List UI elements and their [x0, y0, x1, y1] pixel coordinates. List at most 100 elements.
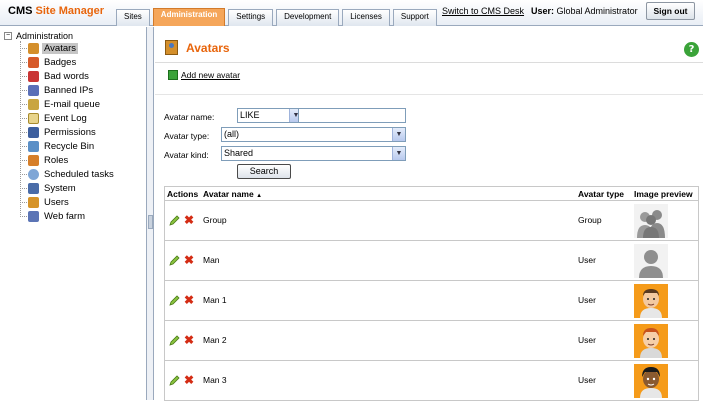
delete-icon[interactable]: ✖ — [184, 374, 195, 386]
avatar-name-cell: Man 2 — [203, 335, 227, 345]
tab-sites[interactable]: Sites — [116, 9, 150, 26]
tree-item-label: Avatars — [42, 43, 79, 54]
avatar-name-cell: Man — [203, 255, 220, 265]
chevron-down-icon: ▼ — [392, 147, 405, 160]
tree-item-label: Scheduled tasks — [44, 169, 114, 180]
avatar-icon — [165, 40, 178, 55]
user-name: Global Administrator — [556, 6, 638, 16]
avatar-type-label: Avatar type: — [164, 131, 210, 141]
avatar-name-label: Avatar name: — [164, 112, 215, 122]
tree-item-recycle-bin[interactable]: Recycle Bin — [20, 140, 96, 153]
delete-icon[interactable]: ✖ — [184, 254, 195, 266]
banned-ip-icon — [28, 85, 39, 96]
delete-icon[interactable]: ✖ — [184, 334, 195, 346]
switch-to-cms-desk-link[interactable]: Switch to CMS Desk — [442, 6, 524, 16]
permissions-icon — [28, 127, 39, 138]
panel-splitter[interactable] — [147, 27, 154, 400]
help-icon[interactable]: ? — [684, 42, 699, 57]
avatars-grid: Actions Avatar name ▲ Avatar type Image … — [164, 186, 699, 401]
header-image-preview: Image preview — [634, 189, 693, 199]
table-row: ✖ Man 2 User — [165, 321, 698, 361]
search-button[interactable]: Search — [237, 164, 291, 179]
title-bar: Avatars ? — [155, 27, 703, 63]
tree-item-web-farm[interactable]: Web farm — [20, 210, 87, 223]
tree-item-users[interactable]: Users — [20, 196, 71, 209]
chevron-down-icon: ▼ — [392, 128, 405, 141]
man-2-avatar-preview — [634, 324, 668, 358]
sign-out-button[interactable]: Sign out — [646, 2, 695, 20]
header-avatar-name-label: Avatar name — [203, 189, 254, 199]
tree-item-system[interactable]: System — [20, 182, 78, 195]
avatar-kind-select[interactable]: Shared ▼ — [221, 146, 406, 161]
header-avatar-name[interactable]: Avatar name ▲ — [203, 189, 262, 199]
avatar-icon — [28, 43, 39, 54]
event-log-icon — [28, 113, 39, 124]
avatar-type-cell: Group — [578, 215, 602, 225]
tree-item-label: Event Log — [44, 113, 87, 124]
tree-item-badges[interactable]: Badges — [20, 56, 78, 69]
avatar-kind-value: Shared — [224, 148, 254, 158]
table-row: ✖ Man 1 User — [165, 281, 698, 321]
delete-icon[interactable]: ✖ — [184, 294, 195, 306]
delete-icon[interactable]: ✖ — [184, 214, 195, 226]
sort-asc-icon: ▲ — [256, 193, 263, 199]
edit-icon[interactable] — [169, 375, 180, 386]
tree-item-scheduled-tasks[interactable]: Scheduled tasks — [20, 168, 116, 181]
tree-item-label: Badges — [44, 57, 77, 68]
edit-icon[interactable] — [169, 335, 180, 346]
tree-item-email-queue[interactable]: E-mail queue — [20, 98, 102, 111]
edit-icon[interactable] — [169, 295, 180, 306]
tree-item-label: E-mail queue — [44, 99, 100, 110]
tree-item-bad-words[interactable]: Bad words — [20, 70, 91, 83]
splitter-grip[interactable] — [148, 215, 153, 229]
add-icon — [168, 70, 178, 80]
main-tabs: Sites Administration Settings Developmen… — [116, 8, 440, 26]
top-bar: CMS Site Manager Sites Administration Se… — [0, 0, 703, 26]
page-title: Avatars — [186, 41, 230, 55]
brand-site-manager: Site Manager — [35, 5, 104, 17]
avatar-type-cell: User — [578, 295, 596, 305]
main-content: Avatars ? Add new avatar Avatar name: LI… — [155, 27, 703, 401]
tree-root-label: Administration — [16, 31, 74, 41]
tree-item-avatars[interactable]: Avatars — [20, 42, 79, 55]
tree-item-label: System — [44, 183, 76, 194]
grid-header: Actions Avatar name ▲ Avatar type Image … — [165, 186, 698, 201]
tree-item-label: Web farm — [44, 211, 86, 222]
system-icon — [28, 183, 39, 194]
tab-licenses[interactable]: Licenses — [342, 9, 390, 26]
man-1-avatar-preview — [634, 284, 668, 318]
tree-item-event-log[interactable]: Event Log — [20, 112, 89, 125]
admin-tree: − Administration Avatars Badges Bad word… — [0, 27, 147, 400]
recycle-bin-icon — [28, 141, 39, 152]
edit-icon[interactable] — [169, 215, 180, 226]
man-3-avatar-preview — [634, 364, 668, 398]
tree-item-permissions[interactable]: Permissions — [20, 126, 98, 139]
avatar-name-cell: Group — [203, 215, 227, 225]
avatar-kind-label: Avatar kind: — [164, 150, 209, 160]
header-actions: Actions — [167, 189, 199, 199]
avatar-type-select[interactable]: (all) ▼ — [221, 127, 406, 142]
user-info: User: Global Administrator — [531, 6, 638, 16]
tree-item-banned-ips[interactable]: Banned IPs — [20, 84, 95, 97]
tree-item-roles[interactable]: Roles — [20, 154, 70, 167]
add-new-avatar-link[interactable]: Add new avatar — [168, 70, 240, 80]
tab-administration[interactable]: Administration — [152, 8, 226, 26]
tree-item-label: Bad words — [44, 71, 89, 82]
avatar-type-cell: User — [578, 375, 596, 385]
tree-item-label: Permissions — [44, 127, 96, 138]
edit-icon[interactable] — [169, 255, 180, 266]
avatar-name-operator-select[interactable]: LIKE ▼ — [237, 108, 303, 123]
tab-support[interactable]: Support — [392, 9, 437, 26]
roles-icon — [28, 155, 39, 166]
table-row: ✖ Man 3 User — [165, 361, 698, 401]
collapse-icon[interactable]: − — [4, 32, 12, 40]
avatar-type-cell: User — [578, 335, 596, 345]
tab-settings[interactable]: Settings — [228, 9, 274, 26]
tree-item-label: Recycle Bin — [44, 141, 95, 152]
avatar-name-input[interactable] — [298, 108, 406, 123]
tree-root[interactable]: − Administration — [4, 30, 73, 42]
tab-development[interactable]: Development — [276, 9, 340, 26]
tree-item-label: Roles — [44, 155, 69, 166]
tree-item-label: Users — [44, 197, 69, 208]
avatar-type-cell: User — [578, 255, 596, 265]
